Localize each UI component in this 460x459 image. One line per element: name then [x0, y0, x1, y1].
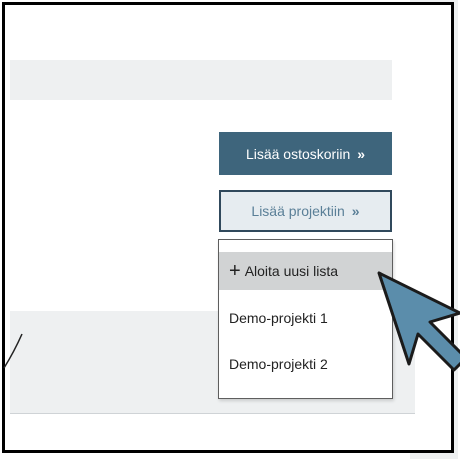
add-to-project-button[interactable]: Lisää projektiin »	[219, 190, 392, 232]
dropdown-item-demo-project-1[interactable]: Demo-projekti 1	[219, 298, 392, 338]
chevron-right-icon: »	[357, 145, 366, 162]
divider	[10, 413, 415, 414]
add-to-cart-label: Lisää ostoskoriin	[245, 145, 351, 162]
add-to-project-label: Lisää projektiin	[251, 203, 345, 219]
dropdown-item-label: Demo-projekti 1	[229, 310, 328, 326]
dropdown-item-label: Aloita uusi lista	[244, 263, 339, 279]
screenshot-frame: Lisää ostoskoriin » Lisää projektiin » +…	[2, 2, 454, 453]
dropdown-item-label: Demo-projekti 2	[229, 356, 328, 372]
dropdown-item-new-list[interactable]: + Aloita uusi lista	[219, 252, 392, 290]
dropdown-item-demo-project-2[interactable]: Demo-projekti 2	[219, 344, 392, 384]
plus-icon: +	[229, 260, 241, 282]
add-to-cart-button[interactable]: Lisää ostoskoriin »	[219, 132, 392, 175]
chevron-right-icon: »	[351, 203, 360, 219]
project-dropdown-menu: + Aloita uusi lista Demo-projekti 1 Demo…	[218, 239, 393, 399]
top-content-bar	[10, 60, 392, 100]
